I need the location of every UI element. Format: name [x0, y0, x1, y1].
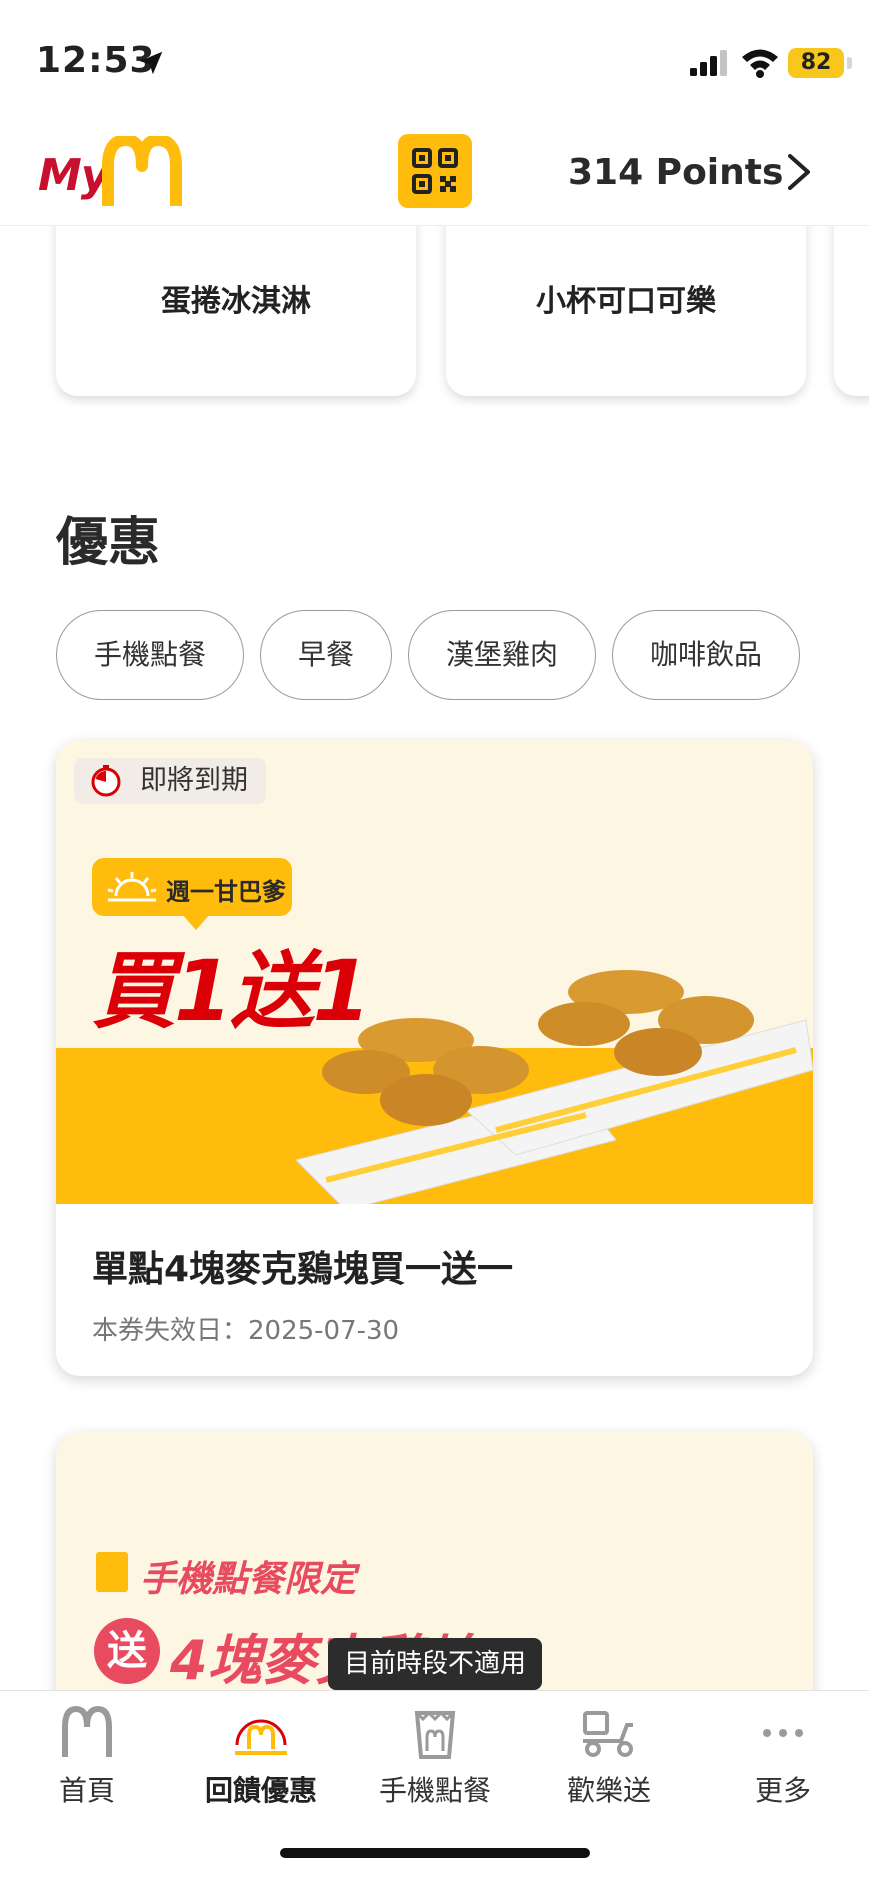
reward-card-partial[interactable] [834, 200, 869, 396]
offer-expiry-date: 本券失效日：2025-07-30 [92, 1316, 400, 1346]
gift-badge: 送 [94, 1618, 160, 1684]
screen: 12:53 82 蛋捲冰淇淋 小杯可口可樂 My 314 Points 優惠 手… [0, 0, 869, 1882]
expiring-badge-label: 即將到期 [140, 765, 248, 796]
wifi-icon [742, 49, 778, 78]
reward-card[interactable]: 蛋捲冰淇淋 [56, 200, 416, 396]
filter-chip[interactable]: 手機點餐 [56, 610, 244, 700]
filter-chip[interactable]: 漢堡雞肉 [408, 610, 596, 700]
mobile-order-tag-icon [96, 1552, 128, 1592]
battery-cap [847, 57, 852, 69]
home-indicator[interactable] [280, 1848, 590, 1858]
tab-mobile-order[interactable]: 手機點餐 [348, 1691, 522, 1821]
tab-label: 首頁 [58, 1774, 115, 1807]
status-bar: 12:53 82 [0, 0, 869, 120]
app-header: My 314 Points [0, 120, 869, 226]
promo-tag: 週一甘巴爹 [166, 878, 286, 906]
tab-rewards[interactable]: 回饋優惠 [174, 1691, 348, 1821]
offer-tag: 手機點餐限定 [140, 1559, 357, 1600]
expiring-badge: 即將到期 [74, 758, 266, 804]
rewards-arches-icon [235, 1719, 287, 1755]
battery-icon: 82 [788, 48, 844, 78]
tab-more[interactable]: 更多 [696, 1691, 869, 1821]
qr-code-icon [412, 148, 458, 194]
promo-bubble: 週一甘巴爹 [92, 858, 292, 916]
battery-level: 82 [800, 50, 832, 75]
points-balance[interactable]: 314 Points [568, 152, 783, 193]
tab-delivery[interactable]: 歡樂送 [522, 1691, 696, 1821]
chevron-right-icon[interactable] [782, 150, 816, 194]
tab-home[interactable]: 首頁 [0, 1691, 174, 1821]
nuggets-illustration [295, 970, 813, 1204]
offer-image: 即將到期 週一甘巴爹 買1送1 [56, 740, 813, 1204]
reward-card[interactable]: 小杯可口可樂 [446, 200, 806, 396]
reward-card-label: 小杯可口可樂 [536, 284, 716, 319]
sunrise-icon [107, 872, 157, 902]
offer-card[interactable]: 即將到期 週一甘巴爹 買1送1 單點4塊麥克鷄塊買一送一 本券失效日：2025-… [56, 740, 813, 1376]
mobile-order-bag-icon [414, 1710, 456, 1759]
section-title: 優惠 [56, 513, 161, 573]
tab-label: 手機點餐 [378, 1774, 491, 1807]
tab-label: 更多 [754, 1774, 811, 1807]
logo-my-text: My [38, 150, 109, 201]
location-arrow-icon [139, 51, 163, 75]
offer-title: 單點4塊麥克鷄塊買一送一 [92, 1249, 514, 1290]
filter-chip[interactable]: 咖啡飲品 [612, 610, 800, 700]
home-arches-icon [62, 1705, 112, 1757]
more-dots-icon [763, 1729, 803, 1737]
tab-label: 歡樂送 [566, 1774, 651, 1807]
toast-message: 目前時段不適用 [328, 1638, 543, 1690]
filter-chip[interactable]: 早餐 [260, 610, 392, 700]
qr-code-button[interactable] [398, 134, 472, 208]
delivery-scooter-icon [583, 1711, 633, 1757]
tab-label: 回饋優惠 [204, 1774, 317, 1807]
cellular-signal-icon [690, 50, 727, 76]
timer-icon [91, 765, 121, 797]
reward-card-label: 蛋捲冰淇淋 [161, 284, 311, 319]
mcdonalds-logo-icon[interactable] [100, 136, 184, 208]
